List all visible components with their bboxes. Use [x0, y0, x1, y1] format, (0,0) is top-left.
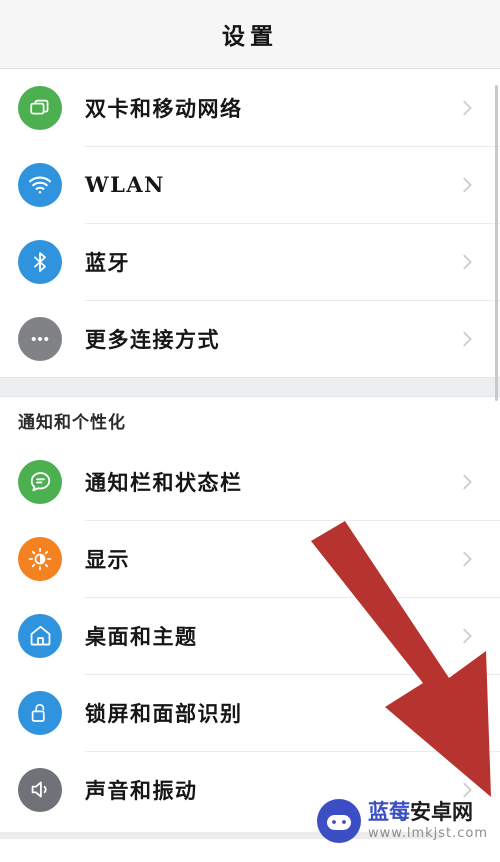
- sidebar-item-label: WLAN: [85, 172, 165, 197]
- chevron-right-icon: [456, 548, 478, 570]
- settings-group-connectivity: 双卡和移动网络 WLAN 蓝牙 更多连接方式: [0, 69, 500, 377]
- sidebar-item-dual-sim[interactable]: 双卡和移动网络: [0, 69, 500, 146]
- sidebar-item-notification-status-bar[interactable]: 通知栏和状态栏: [0, 443, 500, 520]
- sidebar-item-label: 锁屏和面部识别: [85, 700, 243, 726]
- title-bar: 设置: [0, 0, 500, 69]
- sidebar-item-home-screen-theme[interactable]: 桌面和主题: [0, 597, 500, 674]
- chevron-right-icon: [456, 97, 478, 119]
- sidebar-item-label: 显示: [85, 546, 130, 572]
- sidebar-item-label: 更多连接方式: [85, 326, 220, 352]
- watermark-text: 蓝莓安卓网 www.lmkjst.com: [368, 802, 489, 841]
- sidebar-item-wlan[interactable]: WLAN: [0, 146, 500, 223]
- sidebar-item-label: 通知栏和状态栏: [85, 469, 243, 495]
- section-header-notifications: 通知和个性化: [0, 397, 500, 443]
- group-separator: [0, 377, 500, 397]
- sidebar-item-label: 桌面和主题: [85, 623, 198, 649]
- sim-card-icon: [18, 85, 62, 130]
- watermark-brand: 蓝莓安卓网: [368, 802, 488, 823]
- page-title: 设置: [222, 23, 278, 50]
- vertical-scrollbar[interactable]: [495, 85, 498, 401]
- volume-icon: [18, 767, 62, 812]
- sidebar-item-label: 蓝牙: [85, 249, 130, 275]
- section-header-label: 通知和个性化: [18, 412, 126, 433]
- chevron-right-icon: [456, 251, 478, 273]
- wifi-icon: [18, 162, 62, 207]
- chevron-right-icon: [456, 625, 478, 647]
- brightness-icon: [18, 536, 62, 581]
- chevron-right-icon: [456, 702, 478, 724]
- sidebar-item-label: 双卡和移动网络: [85, 95, 243, 121]
- chevron-right-icon: [456, 174, 478, 196]
- settings-group-notifications: 通知和个性化 通知栏和状态栏 显示 桌面和主题 锁屏和面部识别 声音和振动: [0, 397, 500, 828]
- android-mascot-logo-icon: [316, 798, 362, 844]
- watermark-url: www.lmkjst.com: [368, 826, 489, 841]
- chevron-right-icon: [456, 471, 478, 493]
- notification-bubble-icon: [18, 459, 62, 504]
- sidebar-item-display[interactable]: 显示: [0, 520, 500, 597]
- sidebar-item-more-connections[interactable]: 更多连接方式: [0, 300, 500, 377]
- sidebar-item-bluetooth[interactable]: 蓝牙: [0, 223, 500, 300]
- home-icon: [18, 613, 62, 658]
- lock-open-icon: [18, 690, 62, 735]
- watermark-brand-part1: 蓝莓: [368, 800, 410, 824]
- more-dots-icon: [18, 316, 62, 361]
- bluetooth-icon: [18, 239, 62, 284]
- chevron-right-icon: [456, 328, 478, 350]
- watermark-brand-part2: 安卓网: [410, 800, 473, 824]
- sidebar-item-lockscreen-face-unlock[interactable]: 锁屏和面部识别: [0, 674, 500, 751]
- settings-scroll-area[interactable]: 双卡和移动网络 WLAN 蓝牙 更多连接方式 通知和个性化 通知栏和状态栏 显示…: [0, 69, 500, 859]
- site-watermark: 蓝莓安卓网 www.lmkjst.com: [316, 798, 488, 844]
